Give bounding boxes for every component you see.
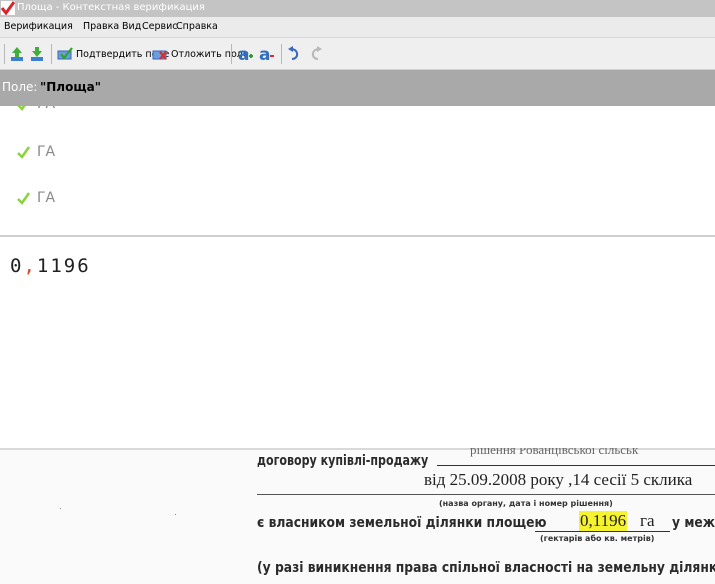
toolbar-separator <box>281 44 282 64</box>
field-name: "Площа" <box>40 80 101 94</box>
previous-field-button[interactable] <box>10 44 24 64</box>
check-icon <box>17 106 26 111</box>
document-ghost-text: рішення Рованцівської сільськ <box>470 448 639 457</box>
document-highlighted-value: 0,1196 <box>579 511 628 531</box>
value-whole: 0 <box>10 255 24 277</box>
suggestion-item[interactable]: ГА <box>17 106 55 114</box>
check-icon <box>17 145 30 159</box>
document-image: рішення Рованцівської сільськ договору к… <box>0 448 715 584</box>
document-line: є власником земельної ділянки площею <box>257 515 547 531</box>
arrow-up-green-icon <box>11 47 23 61</box>
redo-icon <box>311 46 322 60</box>
document-caption: (гектарів або кв. метрів) <box>540 534 655 543</box>
suggestion-item[interactable]: ГА <box>17 142 55 162</box>
value-comma: , <box>23 255 37 277</box>
font-down-button[interactable]: a <box>258 44 276 64</box>
suggestion-list: ГА ГА ГА <box>0 106 715 236</box>
undo-icon <box>288 46 299 60</box>
value-fraction: 1196 <box>36 255 91 277</box>
svg-text:a: a <box>259 45 270 63</box>
document-unit: га <box>640 511 655 530</box>
font-up-button[interactable]: a <box>237 44 255 64</box>
postpone-cross-icon <box>152 50 167 60</box>
font-decrease-icon: a <box>259 45 274 63</box>
menu-item-help[interactable]: Справка <box>176 21 218 32</box>
menu-item-verification[interactable]: Верификация <box>4 21 73 32</box>
document-line: (у разі виникнення права спільної власно… <box>257 560 715 576</box>
menu-bar: Верификация Правка Вид Сервис Справка <box>0 17 715 37</box>
undo-button[interactable] <box>287 44 301 64</box>
field-label: Поле: <box>2 80 38 94</box>
menu-item-edit[interactable]: Правка <box>83 21 119 32</box>
font-increase-icon: a <box>238 45 253 63</box>
document-line: від 25.09.2008 року ,14 сесії 5 склика <box>424 470 693 489</box>
document-caption: (назва органу, дата і номер рішення) <box>439 499 613 508</box>
menu-item-service[interactable]: Сервис <box>142 21 178 32</box>
scan-speck <box>60 508 61 509</box>
app-logo-icon <box>1 1 15 15</box>
field-value-input[interactable]: 0,1196 <box>10 255 91 277</box>
document-underline <box>437 465 715 466</box>
suggestion-text: ГА <box>37 144 56 160</box>
suggestion-item[interactable]: ГА <box>17 188 55 208</box>
menu-item-view[interactable]: Вид <box>122 21 141 32</box>
toolbar-separator <box>4 44 5 64</box>
document-underline <box>257 494 715 495</box>
check-icon <box>17 191 30 205</box>
document-underline <box>535 531 670 532</box>
suggestion-text: ГА <box>37 190 56 206</box>
scan-speck <box>175 514 176 515</box>
redo-button[interactable] <box>309 44 323 64</box>
divider <box>0 235 715 237</box>
title-bar: Площа - Контекстная верификация <box>0 0 715 17</box>
toolbar-separator <box>231 44 232 64</box>
toolbar: Подтвердить поле Отложить поле a a <box>0 37 715 70</box>
postpone-field-button[interactable]: Отложить поле <box>152 44 249 64</box>
toolbar-separator <box>51 44 52 64</box>
window-title: Площа - Контекстная верификация <box>17 2 205 13</box>
arrow-down-green-icon <box>31 47 43 61</box>
document-line: договору купівлі-продажу <box>257 453 429 469</box>
confirm-check-icon <box>57 47 73 60</box>
field-header: Поле: "Площа" <box>0 70 715 106</box>
next-field-button[interactable] <box>30 44 44 64</box>
suggestion-text: ГА <box>37 106 55 112</box>
document-line: у межа <box>672 515 715 531</box>
svg-text:a: a <box>238 45 249 63</box>
